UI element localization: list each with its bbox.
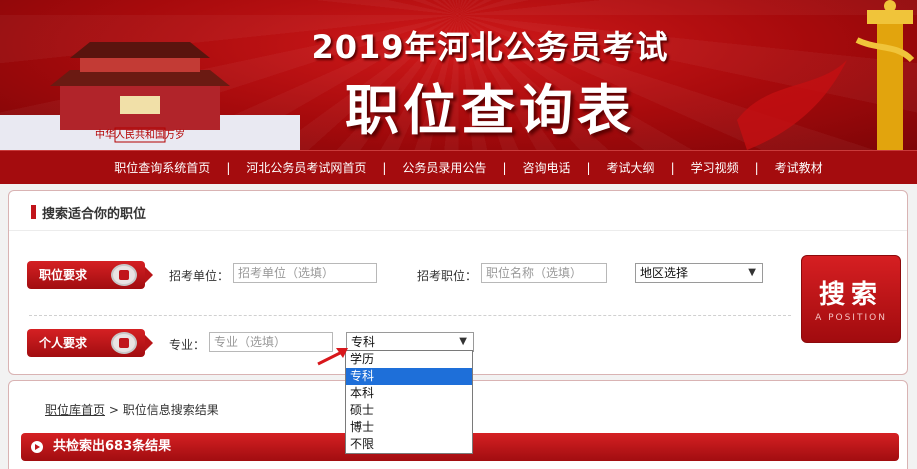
nav-item-1[interactable]: 河北公务员考试网首页 (238, 159, 374, 176)
breadcrumb: 职位库首页 > 职位信息搜索结果 (45, 401, 219, 418)
education-option-0[interactable]: 学历 (346, 351, 472, 368)
education-dropdown-list: 学历 专科 本科 硕士 博士 不限 (345, 350, 473, 454)
position-label: 招考职位： (417, 269, 478, 283)
dashed-divider (29, 315, 791, 316)
education-option-4[interactable]: 博士 (346, 419, 472, 436)
breadcrumb-home-link[interactable]: 职位库首页 (45, 403, 105, 417)
education-option-2[interactable]: 本科 (346, 385, 472, 402)
search-panel-header: 搜索适合你的职位 (9, 191, 907, 231)
nav-item-2[interactable]: 公务员录用公告 (394, 159, 494, 176)
major-input[interactable]: 专业（选填） (209, 332, 333, 352)
header-marker (31, 205, 36, 219)
job-requirement-label: 职位要求 (39, 268, 88, 282)
dropdown-arrow-icon: ▼ (459, 336, 467, 347)
nav-item-4[interactable]: 考试大纲 (599, 159, 663, 176)
nav-separator: | (754, 160, 759, 175)
job-requirement-tag: 职位要求 (27, 261, 153, 289)
banner-title-year: 2019年河北公务员考试 (311, 28, 669, 66)
unit-input[interactable]: 招考单位（选填） (233, 263, 377, 283)
search-button-sublabel: A POSITION (815, 313, 887, 323)
nav-separator: | (670, 160, 675, 175)
breadcrumb-current: 职位信息搜索结果 (122, 403, 219, 417)
search-panel: 搜索适合你的职位 职位要求 招考单位： 招考单位（选填） 招考职位： 职位名称（… (8, 190, 908, 375)
nav-item-3[interactable]: 咨询电话 (514, 159, 578, 176)
search-button-label: 搜索 (818, 280, 883, 310)
search-panel-title: 搜索适合你的职位 (42, 207, 147, 222)
result-count-text: 共检索出683条结果 (53, 439, 172, 454)
nav-item-0[interactable]: 职位查询系统首页 (106, 159, 218, 176)
region-select-value: 地区选择 (640, 266, 689, 280)
dropdown-arrow-icon: ▼ (748, 267, 756, 278)
education-select[interactable]: 专科 ▼ (346, 332, 474, 352)
play-arrow-icon (31, 441, 43, 453)
page-root: 中华人民共和国万岁 2019年河北公务员考试 职位查询表 职位查询系统首页 | 河北… (0, 0, 917, 469)
nav-separator: | (382, 160, 387, 175)
nav-item-6[interactable]: 考试教材 (767, 159, 831, 176)
tiananmen-gate-image: 中华人民共和国万岁 (0, 42, 300, 150)
education-option-5[interactable]: 不限 (346, 436, 472, 453)
nav-separator: | (226, 160, 231, 175)
banner-title-main: 职位查询表 (345, 79, 635, 142)
gate-sign-text: 中华人民共和国万岁 (95, 128, 185, 141)
header-banner: 中华人民共和国万岁 2019年河北公务员考试 职位查询表 (0, 0, 917, 150)
position-input[interactable]: 职位名称（选填） (481, 263, 607, 283)
education-option-3[interactable]: 硕士 (346, 402, 472, 419)
search-button[interactable]: 搜索 A POSITION (801, 255, 901, 343)
nav-separator: | (502, 160, 507, 175)
stamp-icon (111, 264, 137, 286)
nav-item-5[interactable]: 学习视频 (683, 159, 747, 176)
region-select[interactable]: 地区选择 ▼ (635, 263, 763, 283)
personal-requirement-tag: 个人要求 (27, 329, 153, 357)
list-icon (111, 332, 137, 354)
education-select-value: 专科 (351, 335, 376, 349)
education-option-1[interactable]: 专科 (346, 368, 472, 385)
breadcrumb-separator: > (108, 403, 119, 417)
nav-separator: | (586, 160, 591, 175)
unit-label: 招考单位： (169, 269, 230, 283)
personal-requirement-label: 个人要求 (39, 336, 88, 350)
major-label: 专业： (169, 338, 206, 352)
huabiao-pillar-image (737, 0, 915, 150)
red-pointer-arrow-icon (317, 348, 348, 366)
top-nav: 职位查询系统首页 | 河北公务员考试网首页 | 公务员录用公告 | 咨询电话 | 考试大纲 | 学习… (0, 150, 917, 184)
